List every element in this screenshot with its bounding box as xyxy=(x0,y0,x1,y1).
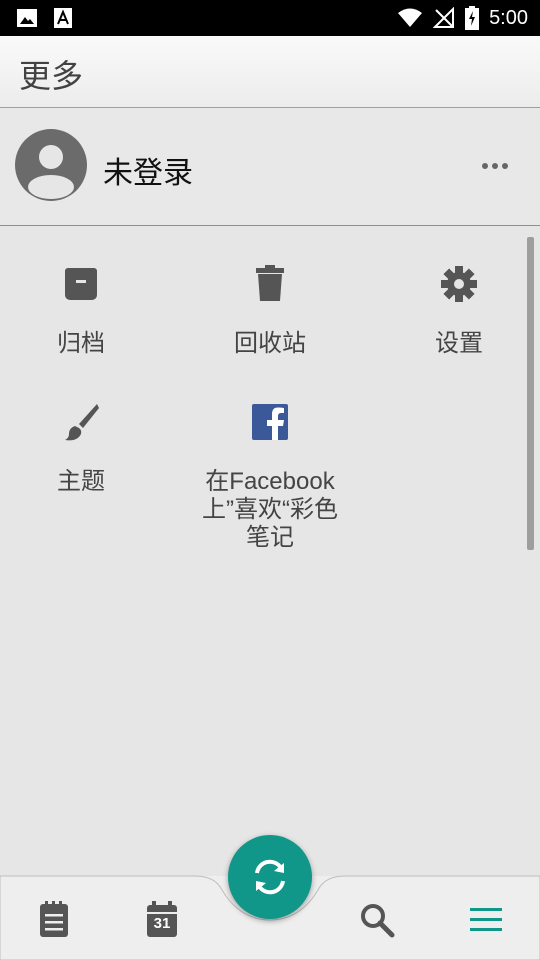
menu-icon[interactable] xyxy=(466,900,506,940)
theme-label: 主题 xyxy=(57,468,105,495)
facebook-item[interactable]: 在Facebook 上”喜欢“彩色 笔记 xyxy=(180,402,360,562)
account-row[interactable]: 未登录 xyxy=(0,108,540,226)
settings-item[interactable]: 设置 xyxy=(369,264,540,364)
theme-item[interactable]: 主题 xyxy=(0,402,171,502)
facebook-label-line-2: 上”喜欢“彩色 xyxy=(202,496,338,523)
sync-icon xyxy=(255,859,285,895)
account-circle-icon[interactable] xyxy=(15,129,87,201)
image-icon xyxy=(17,9,37,27)
status-bar: 5:00 xyxy=(0,0,540,36)
more-grid: 归档 回收站 设置 主题 在Facebook 上”喜欢“彩色 笔记 xyxy=(0,226,540,876)
more-horizontal-icon[interactable] xyxy=(480,156,510,176)
settings-label: 设置 xyxy=(435,330,483,357)
account-name[interactable]: 未登录 xyxy=(103,148,193,192)
clock: 5:00 xyxy=(489,6,528,29)
notes-icon[interactable] xyxy=(34,900,74,940)
archive-item[interactable]: 归档 xyxy=(0,264,171,364)
font-icon xyxy=(54,8,72,28)
wifi-icon xyxy=(398,8,423,27)
battery-charging-icon xyxy=(465,6,480,30)
facebook-label-line-3: 笔记 xyxy=(246,524,294,551)
facebook-label-line-1: 在Facebook xyxy=(205,468,335,495)
archive-icon xyxy=(65,268,97,300)
page-title: 更多 xyxy=(19,57,84,95)
scrollbar[interactable] xyxy=(527,237,534,550)
facebook-icon xyxy=(252,404,288,440)
search-icon[interactable] xyxy=(357,900,397,940)
sync-button[interactable] xyxy=(228,835,312,919)
no-signal-icon xyxy=(433,7,455,28)
trash-icon xyxy=(256,265,284,301)
app-bar: 更多 xyxy=(0,36,540,108)
brush-icon xyxy=(65,404,99,441)
trash-label: 回收站 xyxy=(234,330,306,357)
archive-label: 归档 xyxy=(57,330,105,357)
trash-item[interactable]: 回收站 xyxy=(180,264,360,364)
calendar-icon[interactable]: 31 xyxy=(142,900,182,940)
calendar-day: 31 xyxy=(153,915,171,932)
gear-icon xyxy=(441,266,477,302)
